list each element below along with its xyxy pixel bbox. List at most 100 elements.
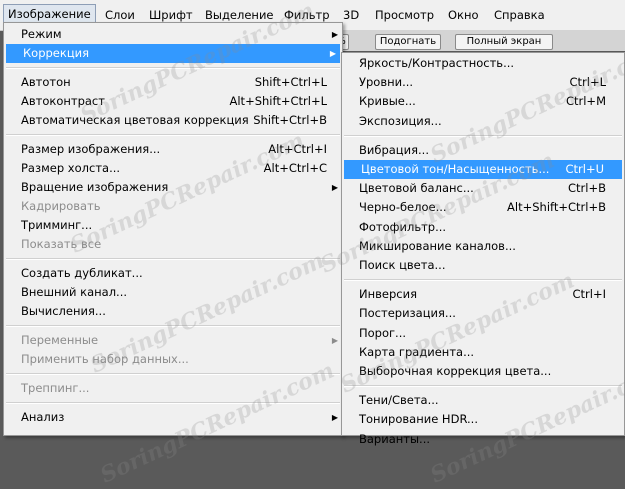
menu-item[interactable]: Постеризация... [342, 304, 624, 323]
menu-3d[interactable]: 3D [343, 7, 359, 23]
menu-layers[interactable]: Слои [105, 7, 135, 23]
menu-item-label: Цветовой тон/Насыщенность... [361, 162, 550, 176]
menu-item-label: Тонирование HDR... [359, 412, 478, 427]
fit-screen-button[interactable]: Подогнать [375, 34, 441, 50]
submenu-arrow-icon: ▶ [329, 49, 336, 58]
menu-item-label: Тени/Света... [359, 393, 439, 408]
menu-item-label: Размер холста... [21, 161, 121, 175]
menu-item[interactable]: Уровни... Ctrl+L [342, 73, 624, 92]
menu-item-shortcut: Alt+Shift+Ctrl+L [229, 94, 328, 108]
menu-item[interactable]: Вычисления... [4, 302, 342, 321]
menu-filter[interactable]: Фильтр [284, 7, 330, 23]
menu-item-shortcut: Ctrl+L [569, 75, 606, 90]
menu-item-label: Анализ [21, 410, 65, 424]
menu-type[interactable]: Шрифт [149, 7, 193, 23]
menu-item-label: Вращение изображения [21, 180, 169, 194]
menu-item[interactable]: Автоконтраст Alt+Shift+Ctrl+L [4, 92, 342, 111]
menu-item[interactable]: Размер холста... Alt+Ctrl+C [4, 159, 342, 178]
menu-item[interactable]: Тонирование HDR... [342, 410, 624, 429]
menu-item-label: Переменные [21, 333, 99, 347]
menu-separator [6, 258, 340, 260]
menu-item-shortcut: Ctrl+B [568, 181, 606, 196]
menu-item[interactable]: Автотон Shift+Ctrl+L [4, 73, 342, 92]
menu-view[interactable]: Просмотр [375, 7, 434, 23]
menu-item[interactable]: Инверсия Ctrl+I [342, 285, 624, 304]
menu-item[interactable]: Фотофильтр... [342, 218, 624, 237]
menu-item[interactable]: Вращение изображения ▶ [4, 178, 342, 197]
menu-item-label: Выборочная коррекция цвета... [359, 364, 552, 378]
menu-separator [6, 373, 340, 375]
menu-item-label: Треппинг... [21, 381, 90, 395]
menu-item-shortcut: Alt+Shift+Ctrl+B [507, 200, 606, 215]
menu-item[interactable]: Цветовой баланс... Ctrl+B [342, 179, 624, 198]
menu-item[interactable]: Цветовой тон/Насыщенность... Ctrl+U [344, 160, 622, 179]
menu-item[interactable]: Размер изображения... Alt+Ctrl+I [4, 140, 342, 159]
menu-item[interactable]: Коррекция ▶ [6, 44, 340, 63]
menu-item-label: Коррекция [23, 46, 90, 60]
menu-item[interactable]: Режим ▶ [4, 25, 342, 44]
image-menu: Режим ▶ Коррекция ▶ Автотон Shift+Ctrl+L Авток… [3, 22, 343, 436]
menu-item-label: Кривые... [359, 94, 416, 109]
menu-item-label: Яркость/Контрастность... [359, 56, 515, 70]
menu-item[interactable]: Внешний канал... [4, 283, 342, 302]
menu-select[interactable]: Выделение [205, 7, 274, 23]
menu-item-label: Создать дубликат... [21, 266, 143, 280]
menu-item[interactable]: Экспозиция... [342, 112, 624, 131]
menu-separator [344, 385, 622, 388]
adjustments-submenu: Яркость/Контрастность... Уровни... Ctrl+L К… [341, 52, 625, 446]
menu-item-label: Уровни... [359, 75, 414, 90]
menu-item-label: Карта градиента... [359, 344, 475, 359]
menu-item-shortcut: Shift+Ctrl+B [253, 113, 327, 127]
menu-item-label: Вычисления... [21, 304, 106, 318]
menu-item[interactable]: Автоматическая цветовая коррекция Shift+C… [4, 111, 342, 130]
menu-item[interactable]: Тримминг... [4, 216, 342, 235]
menu-item: Переменные ▶ [4, 331, 342, 350]
menu-item-label: Постеризация... [359, 306, 456, 321]
menu-item-label: Применить набор данных... [21, 352, 189, 366]
menu-help[interactable]: Справка [494, 7, 545, 23]
submenu-arrow-icon: ▶ [331, 413, 338, 422]
menu-item[interactable]: Выборочная коррекция цвета... [342, 362, 624, 381]
menu-item-label: Фотофильтр... [359, 219, 447, 234]
menu-item[interactable]: Микширование каналов... [342, 237, 624, 256]
menu-item[interactable]: Кривые... Ctrl+M [342, 92, 624, 111]
menu-separator [6, 134, 340, 136]
menu-item-shortcut: Ctrl+U [565, 162, 604, 176]
menu-item-label: Тримминг... [21, 218, 93, 232]
menu-item-label: Порог... [359, 325, 407, 340]
menu-item-label: Инверсия [359, 287, 417, 302]
menu-separator [6, 67, 340, 69]
options-bar: % Подогнать Полный экран [333, 30, 625, 51]
menu-item: Треппинг... [4, 379, 342, 398]
menu-item[interactable]: Тени/Света... [342, 391, 624, 410]
menu-item-shortcut: Alt+Ctrl+C [263, 161, 327, 175]
menu-item-label: Размер изображения... [21, 142, 161, 156]
menu-item: Применить набор данных... [4, 350, 342, 369]
menu-item: Кадрировать [4, 197, 342, 216]
menu-item[interactable]: Порог... [342, 324, 624, 343]
menu-item-label: Автоматическая цветовая коррекция [21, 113, 249, 127]
menu-item-label: Режим [21, 27, 62, 41]
menu-separator [344, 134, 622, 137]
menu-item[interactable]: Черно-белое... Alt+Shift+Ctrl+B [342, 198, 624, 217]
full-screen-button[interactable]: Полный экран [455, 34, 553, 50]
menu-item[interactable]: Создать дубликат... [4, 264, 342, 283]
menu-item[interactable]: Варианты... [342, 430, 624, 449]
menu-item[interactable]: Поиск цвета... [342, 256, 624, 275]
menu-item-shortcut: Shift+Ctrl+L [254, 75, 327, 89]
menu-item-label: Цветовой баланс... [359, 181, 474, 196]
submenu-arrow-icon: ▶ [331, 30, 338, 39]
menu-item-label: Вибрация... [359, 142, 429, 157]
menu-item[interactable]: Вибрация... [342, 141, 624, 160]
menu-item[interactable]: Анализ ▶ [4, 408, 342, 427]
menu-item-shortcut: Alt+Ctrl+I [268, 142, 327, 156]
menu-item-label: Экспозиция... [359, 113, 442, 128]
menu-item[interactable]: Яркость/Контрастность... [342, 54, 624, 73]
menu-window[interactable]: Окно [448, 7, 479, 23]
menu-image[interactable]: Изображение [3, 4, 96, 24]
menu-item-label: Поиск цвета... [359, 258, 446, 272]
menu-separator [344, 279, 622, 282]
submenu-arrow-icon: ▶ [331, 336, 338, 345]
menu-item[interactable]: Карта градиента... [342, 343, 624, 362]
menu-item-label: Автотон [21, 75, 71, 89]
